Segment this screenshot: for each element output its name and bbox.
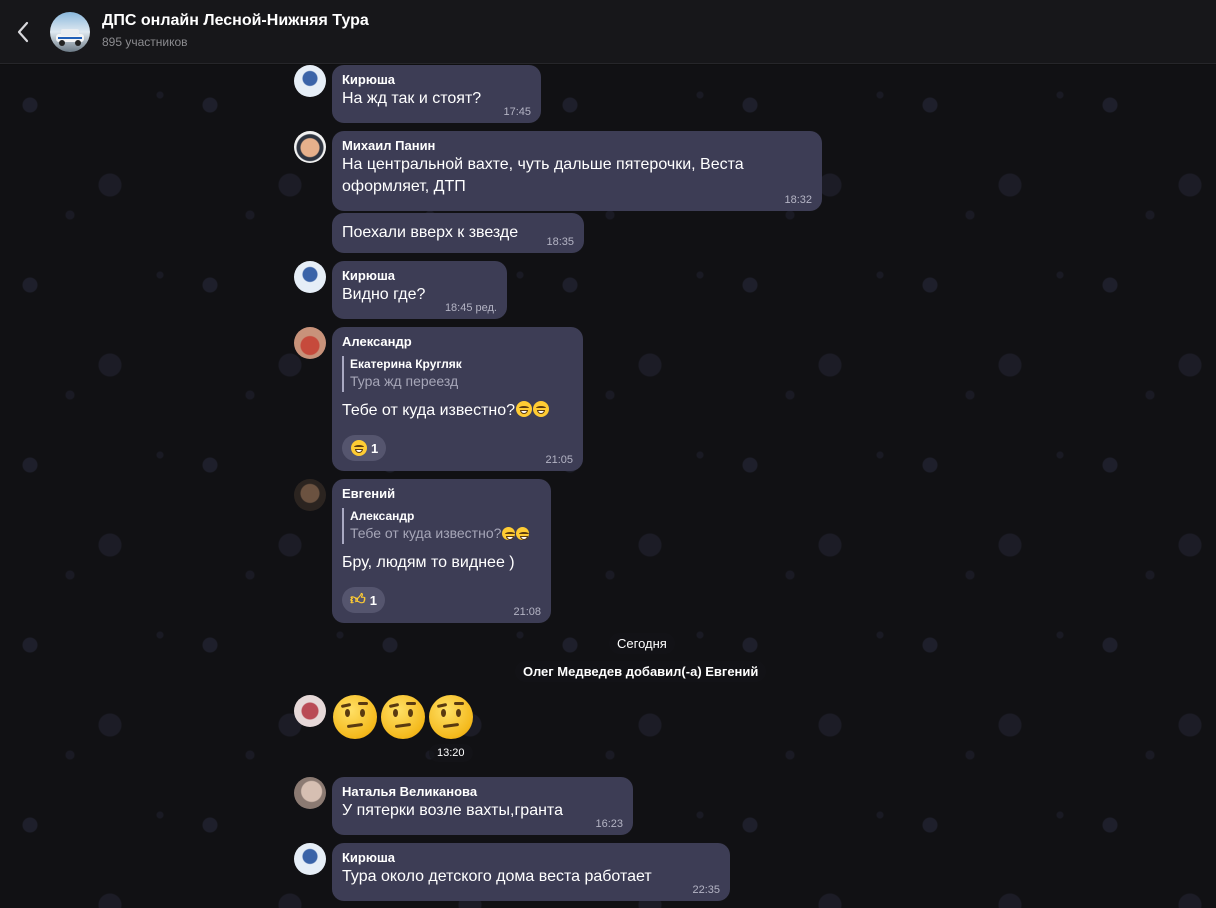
message-time: 21:05 (545, 454, 573, 466)
chevron-left-icon (17, 21, 29, 43)
reply-quote[interactable]: Александр Тебе от куда известно? (342, 508, 541, 544)
message-time: 17:45 (503, 106, 531, 118)
sender-name[interactable]: Михаил Панин (342, 137, 812, 154)
chat-avatar[interactable] (50, 12, 90, 52)
sender-name[interactable]: Евгений (342, 485, 541, 502)
sender-name[interactable]: Кирюша (342, 267, 497, 284)
message-time: 13:20 (429, 744, 473, 762)
chat-header: ДПС онлайн Лесной-Нижняя Тура 895 участн… (0, 0, 1216, 64)
message-time: 18:45 ред. (444, 302, 497, 314)
sender-name[interactable]: Кирюша (342, 71, 531, 88)
date-separator: Сегодня (609, 633, 675, 654)
message-text: Поехали вверх к звезде (342, 224, 519, 241)
message-text: У пятерки возле вахты,гранта (342, 802, 563, 819)
message-bubble[interactable]: Кирюша Видно где? 18:45 ред. (332, 261, 507, 319)
back-button[interactable] (8, 16, 38, 48)
avatar[interactable] (294, 327, 326, 359)
reaction-count: 1 (369, 592, 377, 608)
sender-name[interactable]: Кирюша (342, 849, 720, 866)
avatar[interactable] (294, 479, 326, 511)
message-text-row: Тебе от куда известно? (342, 400, 573, 422)
grinning-face-icon (502, 527, 516, 540)
reply-quote[interactable]: Екатерина Кругляк Тура жд переезд (342, 356, 573, 392)
raised-eyebrow-face-icon (333, 695, 377, 739)
raised-eyebrow-face-icon (429, 695, 473, 739)
sender-name[interactable]: Наталья Великанова (342, 783, 623, 800)
avatar[interactable] (294, 261, 326, 293)
message-bubble[interactable]: Александр Екатерина Кругляк Тура жд пере… (332, 327, 583, 471)
message-text-line: оформляет, ДТП (342, 178, 466, 195)
reaction-button[interactable]: 1 (342, 435, 387, 461)
avatar[interactable] (294, 695, 326, 727)
message-bubble[interactable]: Наталья Великанова У пятерки возле вахты… (332, 777, 633, 835)
message-time: 18:35 (546, 236, 574, 248)
message-list[interactable]: Кирюша На жд так и стоят? 17:45 Михаил П… (0, 65, 1216, 908)
reply-author: Александр (350, 509, 415, 523)
message-time: 22:35 (692, 884, 720, 896)
message-bubble[interactable]: Кирюша Тура около детского дома веста ра… (332, 843, 730, 901)
avatar[interactable] (294, 65, 326, 97)
service-message: Олег Медведев добавил(-а) Евгений (515, 661, 767, 682)
message-text: Бру, людям то виднее ) (342, 554, 515, 571)
message-text: Тура около детского дома веста работает (342, 868, 652, 885)
reply-text-row: Тебе от куда известно? (350, 524, 541, 543)
raised-eyebrow-face-icon (381, 695, 425, 739)
message-time: 18:32 (784, 194, 812, 206)
reaction-button[interactable]: 👍︎ 1 (342, 587, 385, 613)
grinning-face-icon (351, 440, 367, 456)
grinning-face-icon (533, 401, 550, 417)
message-bubble[interactable]: Поехали вверх к звезде 18:35 (332, 213, 584, 253)
message-time: 16:23 (595, 818, 623, 830)
avatar[interactable] (294, 777, 326, 809)
police-car-icon (56, 29, 84, 46)
message-time: 21:08 (513, 606, 541, 618)
member-count: 895 участников (102, 35, 188, 49)
chat-title[interactable]: ДПС онлайн Лесной-Нижняя Тура (102, 12, 369, 30)
message-bubble[interactable]: Евгений Александр Тебе от куда известно?… (332, 479, 551, 623)
message-text: Тебе от куда известно? (342, 402, 516, 419)
thumbs-up-icon: 👍︎ (350, 591, 366, 608)
reply-author: Екатерина Кругляк (350, 357, 462, 371)
message-text-line: На центральной вахте, чуть дальше пятеро… (342, 156, 744, 173)
reply-text: Тебе от куда известно? (350, 525, 502, 541)
sender-name[interactable]: Александр (342, 333, 573, 350)
message-bubble[interactable]: Кирюша На жд так и стоят? 17:45 (332, 65, 541, 123)
grinning-face-icon (516, 527, 530, 540)
message-text: На центральной вахте, чуть дальше пятеро… (342, 154, 812, 198)
reaction-count: 1 (371, 440, 379, 456)
reply-text: Тура жд переезд (350, 373, 459, 389)
avatar[interactable] (294, 131, 326, 163)
avatar[interactable] (294, 843, 326, 875)
grinning-face-icon (516, 401, 533, 417)
message-bubble[interactable]: Михаил Панин На центральной вахте, чуть … (332, 131, 822, 211)
